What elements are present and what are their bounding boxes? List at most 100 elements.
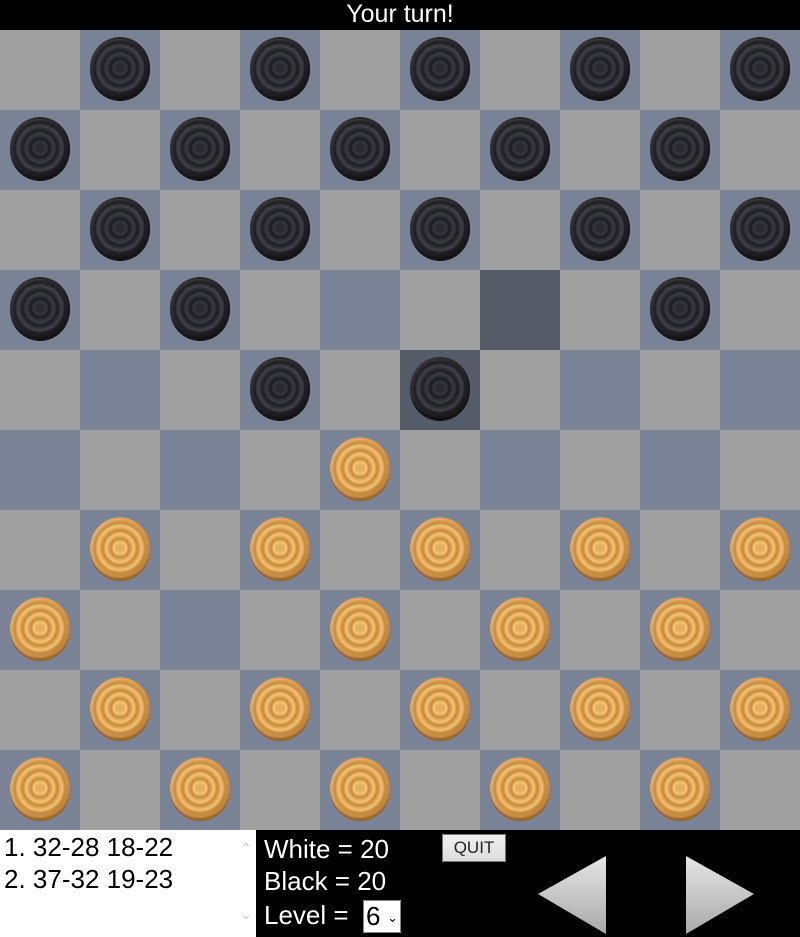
black-checker-piece[interactable]: [330, 117, 390, 179]
board-square-dark[interactable]: [240, 670, 320, 750]
black-checker-piece[interactable]: [250, 37, 310, 99]
white-checker-piece[interactable]: [410, 517, 470, 579]
board-square-dark[interactable]: [640, 590, 720, 670]
board-square-dark[interactable]: [80, 190, 160, 270]
board-square-dark[interactable]: [720, 670, 800, 750]
checkers-board[interactable]: [0, 30, 800, 830]
board-square-dark[interactable]: [720, 510, 800, 590]
board-square-dark[interactable]: [640, 750, 720, 830]
board-square-dark[interactable]: [560, 510, 640, 590]
board-square-dark[interactable]: [320, 110, 400, 190]
board-square-dark[interactable]: [240, 190, 320, 270]
board-square-dark[interactable]: [0, 750, 80, 830]
board-square-dark[interactable]: [0, 430, 80, 510]
white-checker-piece[interactable]: [570, 677, 630, 739]
board-square-dark[interactable]: [480, 110, 560, 190]
board-square-dark[interactable]: [720, 350, 800, 430]
white-checker-piece[interactable]: [490, 597, 550, 659]
board-square-dark[interactable]: [560, 30, 640, 110]
black-checker-piece[interactable]: [10, 117, 70, 179]
black-checker-piece[interactable]: [250, 357, 310, 419]
black-checker-piece[interactable]: [90, 37, 150, 99]
board-square-dark[interactable]: [0, 590, 80, 670]
board-square-dark[interactable]: [480, 590, 560, 670]
board-square-dark[interactable]: [160, 430, 240, 510]
board-square-dark[interactable]: [720, 190, 800, 270]
white-checker-piece[interactable]: [570, 517, 630, 579]
white-checker-piece[interactable]: [170, 757, 230, 819]
move-list[interactable]: 1. 32-28 18-22 2. 37-32 19-23 ⌃ ⌄: [0, 830, 256, 937]
white-checker-piece[interactable]: [10, 597, 70, 659]
board-square-dark[interactable]: [0, 270, 80, 350]
white-checker-piece[interactable]: [330, 597, 390, 659]
white-checker-piece[interactable]: [410, 677, 470, 739]
board-square-dark[interactable]: [640, 270, 720, 350]
board-square-dark[interactable]: [320, 270, 400, 350]
board-square-dark[interactable]: [240, 30, 320, 110]
black-checker-piece[interactable]: [410, 197, 470, 259]
white-checker-piece[interactable]: [650, 597, 710, 659]
board-square-dark[interactable]: [320, 590, 400, 670]
board-square-light: [320, 350, 400, 430]
board-square-dark[interactable]: [560, 670, 640, 750]
black-checker-piece[interactable]: [650, 117, 710, 179]
white-checker-piece[interactable]: [650, 757, 710, 819]
white-checker-piece[interactable]: [90, 517, 150, 579]
white-checker-piece[interactable]: [730, 677, 790, 739]
board-square-dark[interactable]: [400, 190, 480, 270]
board-square-dark[interactable]: [480, 430, 560, 510]
scroll-up-icon[interactable]: ⌃: [238, 840, 254, 856]
scroll-down-icon[interactable]: ⌄: [238, 906, 254, 922]
level-select[interactable]: 6 ⌄: [363, 900, 401, 933]
black-checker-piece[interactable]: [10, 277, 70, 339]
board-square-dark[interactable]: [400, 510, 480, 590]
quit-button[interactable]: QUIT: [442, 834, 506, 862]
board-square-dark[interactable]: [160, 110, 240, 190]
black-checker-piece[interactable]: [170, 117, 230, 179]
board-square-dark[interactable]: [160, 750, 240, 830]
board-square-dark[interactable]: [560, 190, 640, 270]
board-square-dark[interactable]: [400, 30, 480, 110]
black-checker-piece[interactable]: [170, 277, 230, 339]
white-checker-piece[interactable]: [330, 757, 390, 819]
board-square-dark[interactable]: [400, 350, 480, 430]
black-checker-piece[interactable]: [490, 117, 550, 179]
black-checker-piece[interactable]: [90, 197, 150, 259]
board-square-light: [640, 350, 720, 430]
black-checker-piece[interactable]: [650, 277, 710, 339]
board-square-dark[interactable]: [400, 670, 480, 750]
board-square-dark[interactable]: [640, 430, 720, 510]
board-square-dark[interactable]: [240, 350, 320, 430]
board-square-dark[interactable]: [560, 350, 640, 430]
board-square-dark[interactable]: [160, 590, 240, 670]
white-checker-piece[interactable]: [330, 437, 390, 499]
board-square-dark[interactable]: [80, 510, 160, 590]
black-checker-piece[interactable]: [410, 357, 470, 419]
black-checker-piece[interactable]: [730, 197, 790, 259]
previous-move-button[interactable]: [538, 856, 608, 934]
board-square-dark[interactable]: [160, 270, 240, 350]
white-checker-piece[interactable]: [10, 757, 70, 819]
black-checker-piece[interactable]: [570, 197, 630, 259]
board-square-dark[interactable]: [80, 670, 160, 750]
board-square-dark[interactable]: [480, 270, 560, 350]
board-square-dark[interactable]: [80, 30, 160, 110]
board-square-dark[interactable]: [0, 110, 80, 190]
black-checker-piece[interactable]: [410, 37, 470, 99]
black-checker-piece[interactable]: [730, 37, 790, 99]
board-square-dark[interactable]: [80, 350, 160, 430]
board-square-dark[interactable]: [320, 750, 400, 830]
board-square-dark[interactable]: [720, 30, 800, 110]
next-move-button[interactable]: [686, 856, 756, 934]
white-checker-piece[interactable]: [250, 677, 310, 739]
black-checker-piece[interactable]: [250, 197, 310, 259]
white-checker-piece[interactable]: [730, 517, 790, 579]
white-checker-piece[interactable]: [250, 517, 310, 579]
board-square-dark[interactable]: [320, 430, 400, 510]
board-square-dark[interactable]: [640, 110, 720, 190]
board-square-dark[interactable]: [240, 510, 320, 590]
black-checker-piece[interactable]: [570, 37, 630, 99]
white-checker-piece[interactable]: [490, 757, 550, 819]
white-checker-piece[interactable]: [90, 677, 150, 739]
board-square-dark[interactable]: [480, 750, 560, 830]
